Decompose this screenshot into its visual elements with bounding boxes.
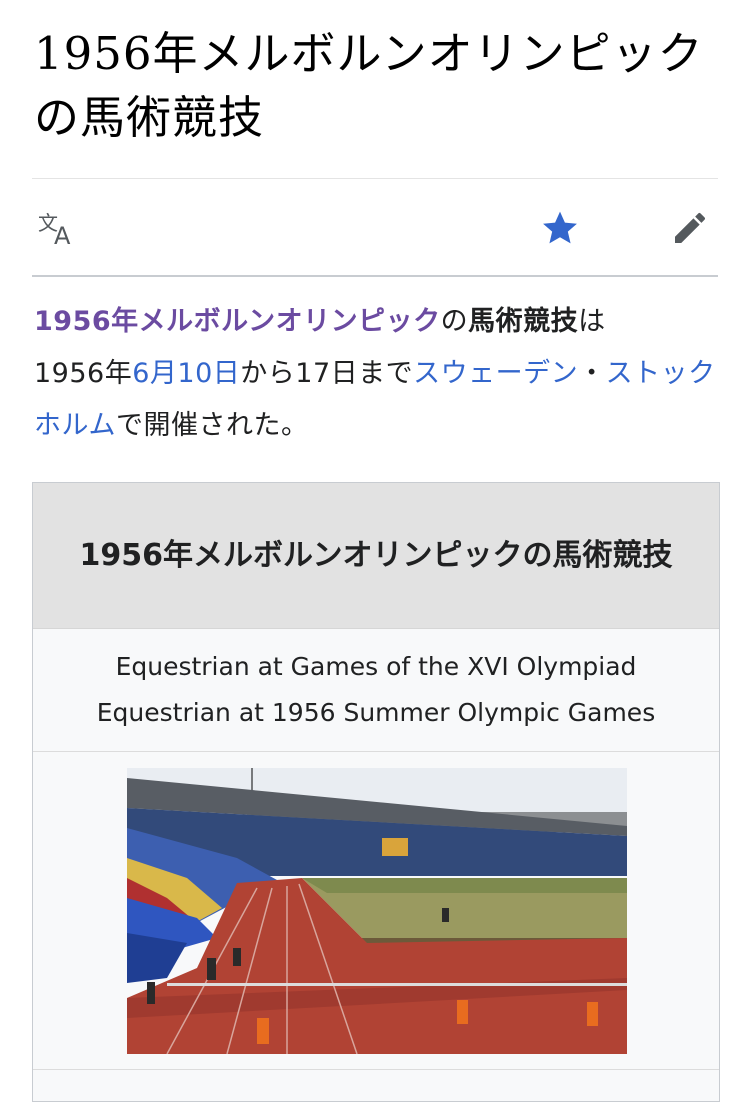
language-icon: 文 A [38,211,71,248]
infobox: 1956年メルボルンオリンピックの馬術競技 Equestrian at Game… [32,482,720,1102]
stadium-photo[interactable] [127,768,627,1054]
title-divider [32,178,718,179]
lead-text-year: 1956年 [34,358,133,389]
lead-text-end: で開催された。 [115,410,309,441]
lead-bold-subject: 馬術競技 [468,306,579,337]
lead-text-dot: ・ [578,358,606,389]
link-june-10[interactable]: 6月10日 [132,358,240,389]
link-sweden[interactable]: スウェーデン [413,358,578,389]
lead-text-wa: は [578,306,606,337]
lead-paragraph: 1956年メルボルンオリンピックの馬術競技は 1956年6月10日から17日まで… [34,296,724,452]
watch-star-button[interactable] [532,200,588,256]
stadium-photo-graphic [127,768,627,1054]
infobox-subtitles: Equestrian at Games of the XVI Olympiad … [33,629,719,752]
infobox-subtitle-1: Equestrian at Games of the XVI Olympiad [115,652,637,681]
infobox-subtitle-2: Equestrian at 1956 Summer Olympic Games [96,698,656,727]
language-button[interactable]: 文 A [30,200,86,256]
star-icon [543,211,577,244]
link-1956-olympics[interactable]: 1956年メルボルンオリンピック [34,306,441,337]
page-title: 1956年メルボルンオリンピックの馬術競技 [34,27,704,144]
lead-text-until: から17日まで [240,358,414,389]
svg-text:A: A [54,222,71,248]
infobox-row-divider [33,1069,719,1070]
pencil-icon [675,213,705,243]
toolbar-divider [32,275,718,277]
lead-text-no: の [440,306,469,337]
infobox-title: 1956年メルボルンオリンピックの馬術競技 [33,483,719,629]
edit-button[interactable] [662,200,718,256]
